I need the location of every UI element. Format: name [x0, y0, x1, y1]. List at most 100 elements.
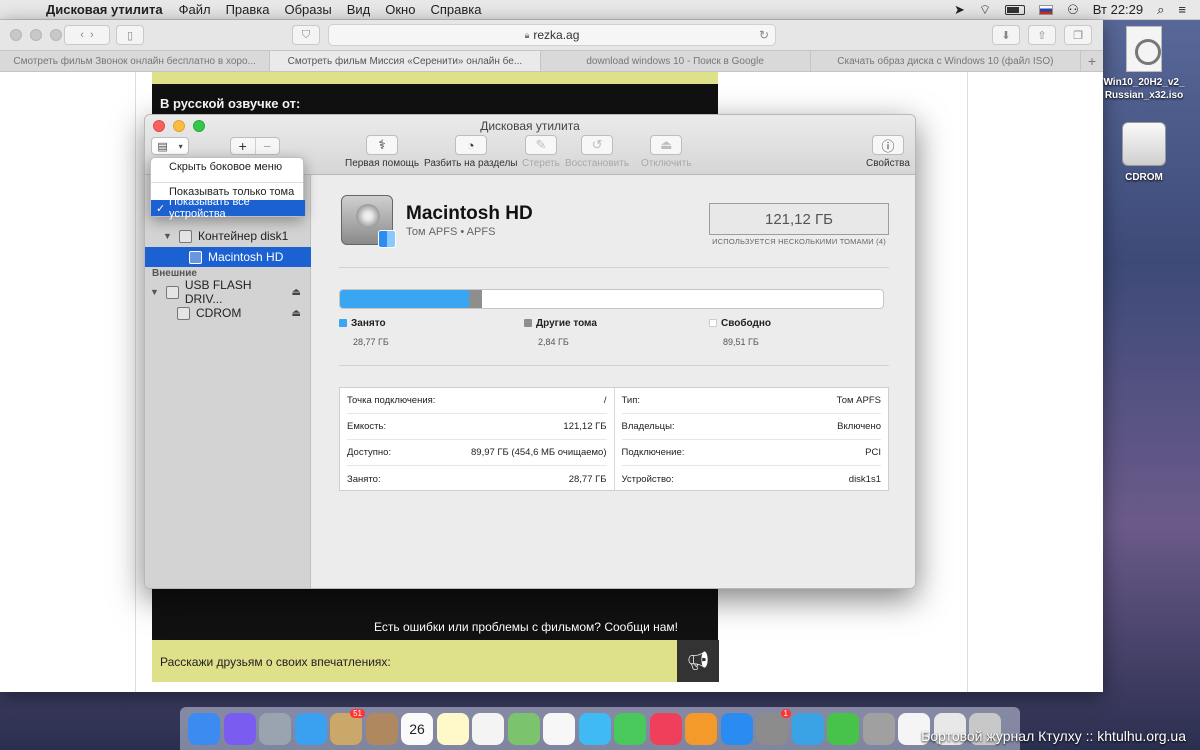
mail-icon[interactable]: 51 [330, 708, 365, 745]
games-icon[interactable] [827, 712, 859, 745]
menu-clock[interactable]: Вт 22:29 [1093, 2, 1143, 17]
safari-close-button[interactable] [10, 29, 22, 41]
sidebar-view-icon: ▤ [157, 140, 168, 153]
back-forward-button[interactable]: ‹ › [64, 25, 110, 45]
menu-edit[interactable]: Правка [226, 2, 270, 17]
remove-volume-button[interactable]: − [254, 138, 280, 154]
notes-icon[interactable] [436, 712, 469, 745]
contacts-icon[interactable] [365, 712, 398, 745]
prefs-icon[interactable]: 1 [756, 708, 791, 745]
restore-button[interactable]: ↺ Восстановить [565, 135, 629, 169]
maps-icon[interactable] [507, 712, 540, 745]
menu-images[interactable]: Образы [285, 2, 332, 17]
info-value: PCI [865, 447, 881, 458]
add-volume-button[interactable]: + [231, 138, 255, 154]
wifi-icon[interactable]: ⌔ [979, 2, 991, 18]
cdrom-desktop-icon[interactable]: CDROM [1106, 122, 1182, 183]
calendar-icon[interactable]: 26 [401, 712, 433, 745]
user-icon[interactable]: ⚇ [1067, 2, 1079, 18]
divider [339, 365, 889, 366]
appstore-icon[interactable] [720, 712, 753, 745]
first-aid-button[interactable]: ⚕ Первая помощь [345, 135, 419, 169]
info-key: Подключение: [621, 447, 685, 458]
sidebar: ▼ Контейнер disk1 Macintosh HD Внешние ▼… [145, 175, 311, 588]
info-row: Устройство: disk1s1 [622, 466, 882, 492]
sidebar-item-container[interactable]: ▼ Контейнер disk1 [145, 226, 311, 246]
safari-tab[interactable]: Смотреть фильм Звонок онлайн бесплатно в… [0, 51, 271, 71]
cdrom-volume-icon [177, 306, 190, 320]
sidebar-item-macintosh-hd[interactable]: Macintosh HD [145, 247, 311, 267]
address-bar[interactable]: 🔒︎ rezka.ag ↻ [328, 24, 776, 46]
partition-button[interactable]: ◔ Разбить на разделы [424, 135, 517, 169]
info-key: Точка подключения: [347, 395, 436, 406]
info-row: Доступно: 89,97 ГБ (454,6 МБ очищаемо) [347, 440, 607, 466]
sidebar-item-label: CDROM [196, 306, 242, 320]
share-icon[interactable]: ⇧ [1028, 25, 1056, 45]
info-button[interactable]: ⓘ Свойства [866, 135, 910, 169]
safari-zoom-button[interactable] [50, 29, 62, 41]
info-key: Занято: [347, 473, 381, 485]
menu-file[interactable]: Файл [179, 2, 211, 17]
launchpad-icon[interactable] [259, 712, 291, 745]
sidebar-toggle-icon[interactable]: ▯ [116, 25, 144, 45]
spotlight-icon[interactable]: ⌕ [1157, 2, 1164, 18]
downloads-icon[interactable]: ⬇ [992, 25, 1020, 45]
books-icon[interactable] [685, 712, 717, 745]
menu-help[interactable]: Справка [430, 2, 481, 17]
menu-item-show-all-devices[interactable]: ✓ Показывать все устройства [151, 196, 305, 220]
info-row: Подключение: PCI [621, 440, 881, 466]
container-icon [179, 229, 192, 243]
input-source-flag-icon[interactable] [1039, 4, 1054, 15]
erase-button[interactable]: ✎ Стереть [522, 135, 560, 169]
add-remove-volume-control: + − [230, 137, 280, 155]
iso-file-icon[interactable]: Win10_20H2_v2_Russian_x32.iso [1100, 26, 1188, 102]
info-key: Доступно: [347, 447, 392, 458]
megaphone-icon[interactable]: 📢︎ [677, 640, 719, 682]
hard-drive-icon [341, 195, 396, 248]
legend-free: Свободно 89,51 ГБ [709, 318, 771, 347]
disclosure-triangle-icon[interactable]: ▼ [163, 231, 173, 241]
disclosure-triangle-icon[interactable]: ▼ [150, 287, 160, 297]
report-panel: Есть ошибки или проблемы с фильмом? Сооб… [152, 580, 718, 640]
safari-tab[interactable]: Скачать образ диска с Windows 10 (файл I… [811, 51, 1081, 71]
control-center-icon[interactable]: ≡ [1178, 2, 1186, 17]
safari-minimize-button[interactable] [30, 29, 42, 41]
info-icon: ⓘ [871, 135, 904, 155]
location-icon[interactable]: ➤ [954, 2, 965, 18]
battery-icon[interactable] [1005, 4, 1026, 15]
safari-tab[interactable]: download windows 10 - Поиск в Google [541, 51, 811, 71]
info-row: Владельцы: Включено [621, 414, 881, 440]
sidebar-item-cdrom[interactable]: CDROM ⏏ [145, 303, 311, 323]
restore-label: Восстановить [565, 158, 630, 169]
eject-icon[interactable]: ⏏ [292, 308, 301, 319]
menu-view[interactable]: Вид [347, 2, 371, 17]
legend-value: 89,51 ГБ [723, 337, 759, 347]
siri-icon[interactable] [223, 712, 256, 745]
tabs-overview-icon[interactable]: ❐ [1064, 25, 1092, 45]
music-icon[interactable] [649, 712, 682, 745]
info-value: / [603, 395, 607, 406]
report-link[interactable]: Есть ошибки или проблемы с фильмом? Сооб… [374, 620, 678, 634]
privacy-shield-icon[interactable]: ⛉ [292, 25, 320, 45]
safari-tab-active[interactable]: Смотреть фильм Миссия «Серенити» онлайн … [270, 51, 541, 71]
telegram-icon[interactable] [791, 712, 824, 745]
unmount-button[interactable]: ⏏ Отключить [641, 135, 692, 169]
menu-window[interactable]: Окно [385, 2, 415, 17]
safari-icon[interactable] [294, 712, 327, 745]
view-menu-button[interactable]: ▤ ▾ [151, 137, 189, 155]
volume-name: Macintosh HD [406, 203, 533, 224]
capacity-box: 121,12 ГБ [709, 203, 889, 235]
reload-icon[interactable]: ↻ [759, 28, 769, 42]
facetime-icon[interactable] [614, 712, 646, 745]
info-value: Включено [837, 421, 881, 432]
eject-icon[interactable]: ⏏ [292, 287, 301, 298]
photos-icon[interactable] [543, 712, 575, 745]
diskutility-icon[interactable] [862, 712, 895, 745]
menu-item-hide-sidebar[interactable]: Скрыть боковое меню [151, 159, 305, 175]
reminders-icon[interactable] [472, 712, 504, 745]
finder-icon[interactable] [188, 712, 220, 745]
messages-icon[interactable] [578, 712, 611, 745]
menu-app-name[interactable]: Дисковая утилита [46, 2, 163, 17]
info-value: Том APFS [836, 395, 881, 406]
sidebar-item-usb[interactable]: ▼ USB FLASH DRIV... ⏏ [145, 278, 311, 306]
